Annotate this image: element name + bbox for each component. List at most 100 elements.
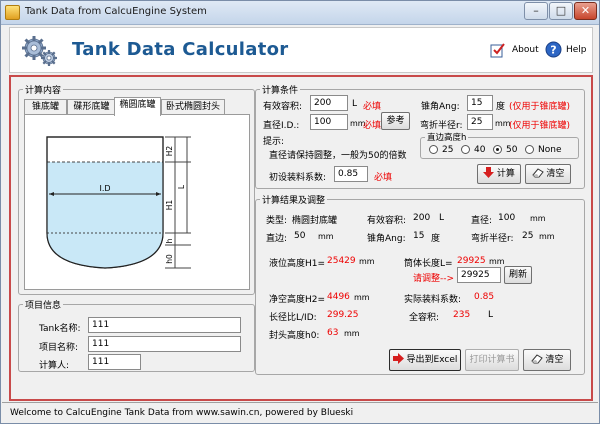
calc-person-label: 计算人: (39, 361, 70, 371)
calc-person-input[interactable]: 111 (88, 354, 141, 370)
project-name-input[interactable]: 111 (88, 336, 241, 352)
volume-required: 必填 (363, 102, 382, 112)
result-angle-value: 15 (413, 231, 425, 241)
head-height-label: 封头高度h0: (269, 331, 320, 341)
tip-label: 提示: (263, 137, 285, 147)
result-diameter-label: 直径: (471, 216, 493, 226)
total-volume-label: 全容积: (409, 313, 440, 323)
title-bar: Tank Data from CalcuEngine System – □ ✕ (1, 1, 599, 25)
diameter-label: 直径I.D.: (263, 121, 300, 131)
result-diameter-unit: mm (530, 214, 546, 223)
h2-label: 净空高度H2= (269, 295, 326, 305)
app-icon (5, 5, 20, 20)
dim-h-label: h (165, 238, 174, 243)
length-unit: mm (489, 257, 505, 266)
clear-conditions-button[interactable]: 清空 (525, 164, 571, 184)
cone-angle-label: 锥角Ang: (421, 102, 460, 112)
dim-h0-label: h0 (165, 254, 174, 264)
straight-radio-40[interactable] (461, 145, 470, 154)
export-excel-label: 导出到Excel (406, 355, 458, 365)
print-report-button[interactable]: 打印计算书 (465, 349, 519, 371)
maximize-button[interactable]: □ (549, 2, 573, 20)
svg-text:?: ? (550, 44, 556, 57)
tank-name-label: Tank名称: (39, 324, 81, 334)
fill-coef-required: 必填 (374, 173, 393, 183)
close-button[interactable]: ✕ (574, 2, 597, 20)
eraser-icon (531, 168, 544, 178)
result-angle-unit: 度 (431, 234, 441, 244)
diameter-required: 必填 (363, 121, 382, 131)
tab-horizontal-ellipse[interactable]: 卧式椭圆封头 (161, 99, 225, 115)
app-title: Tank Data Calculator (72, 39, 289, 60)
result-straight-unit: mm (318, 232, 334, 241)
result-bend-label: 弯折半径r: (471, 234, 514, 244)
down-arrow-icon (483, 167, 495, 178)
cone-angle-note: (仅用于锥底罐) (509, 102, 571, 112)
total-volume-unit: L (488, 310, 494, 320)
calculate-button[interactable]: 计算 (477, 164, 521, 184)
h1-label: 液位高度H1= (269, 259, 326, 269)
straight-radio-50[interactable] (493, 145, 502, 154)
calc-content-title: 计算内容 (25, 86, 62, 96)
result-angle-label: 锥角Ang: (367, 234, 406, 244)
clear-results-button[interactable]: 清空 (523, 349, 571, 371)
bend-radius-label: 弯折半径r: (420, 121, 463, 131)
straight-option-50: 50 (506, 145, 518, 155)
conditions-title: 计算条件 (262, 86, 299, 96)
tab-ellipse-bottom[interactable]: 椭圆底罐 (114, 97, 161, 116)
tank-diagram: I.D H2 L H1 h h0 (46, 136, 191, 269)
help-link[interactable]: Help (566, 45, 587, 55)
minimize-button[interactable]: – (524, 2, 548, 20)
diameter-input[interactable]: 100 (310, 114, 348, 130)
about-checkbox-icon[interactable] (490, 42, 506, 58)
straight-height-title: 直边高度h (427, 133, 467, 143)
tab-cone-bottom[interactable]: 锥底罐 (24, 99, 67, 115)
h1-unit: mm (359, 257, 375, 266)
result-bend-unit: mm (539, 232, 555, 241)
fill-coef-label: 初设装料系数: (269, 173, 327, 183)
volume-input[interactable]: 200 (310, 95, 348, 111)
cone-angle-unit: 度 (496, 102, 506, 112)
dim-h1-label: H1 (165, 200, 174, 211)
ratio-value: 299.25 (327, 310, 359, 320)
length-value: 29925 (457, 256, 486, 266)
header-bar: Tank Data Calculator About ? Help (9, 27, 593, 73)
about-link[interactable]: About (512, 45, 539, 55)
clear-results-label: 清空 (545, 355, 564, 365)
straight-radio-25[interactable] (429, 145, 438, 154)
actual-fill-label: 实际装料系数: (404, 295, 462, 305)
volume-unit: L (352, 99, 358, 109)
dim-h2-label: H2 (165, 146, 174, 157)
tank-name-input[interactable]: 111 (88, 317, 241, 333)
result-type-value: 椭圆封底罐 (292, 216, 338, 226)
adjust-label: 请调整--> (413, 274, 455, 284)
dim-id-label: I.D (99, 184, 110, 193)
straight-radio-none[interactable] (525, 145, 534, 154)
calculate-label: 计算 (496, 169, 515, 179)
tab-dish-bottom[interactable]: 碟形底罐 (67, 99, 116, 115)
result-volume-label: 有效容积: (367, 216, 407, 226)
bend-radius-input[interactable]: 25 (467, 114, 493, 130)
result-type-label: 类型: (266, 216, 288, 226)
adjust-input[interactable]: 29925 (457, 267, 501, 283)
reference-button[interactable]: 参考 (381, 112, 410, 130)
project-name-label: 项目名称: (39, 343, 79, 353)
fill-coef-input[interactable]: 0.85 (334, 166, 368, 182)
actual-fill-value: 0.85 (474, 292, 495, 302)
refresh-button[interactable]: 刷新 (504, 266, 532, 284)
length-label: 筒体长度L= (404, 259, 453, 269)
dim-l-label: L (177, 184, 186, 189)
result-volume-unit: L (439, 213, 445, 223)
result-diameter-value: 100 (498, 213, 516, 223)
result-bend-value: 25 (522, 231, 534, 241)
export-arrow-icon (392, 353, 404, 364)
help-icon[interactable]: ? (545, 41, 562, 58)
export-excel-button[interactable]: 导出到Excel (389, 349, 461, 371)
head-height-value: 63 (327, 328, 339, 338)
h2-unit: mm (354, 293, 370, 302)
gears-icon (22, 36, 57, 66)
project-info-title: 项目信息 (25, 301, 62, 311)
result-volume-value: 200 (413, 213, 431, 223)
cone-angle-input[interactable]: 15 (467, 95, 493, 111)
result-straight-value: 50 (294, 231, 306, 241)
